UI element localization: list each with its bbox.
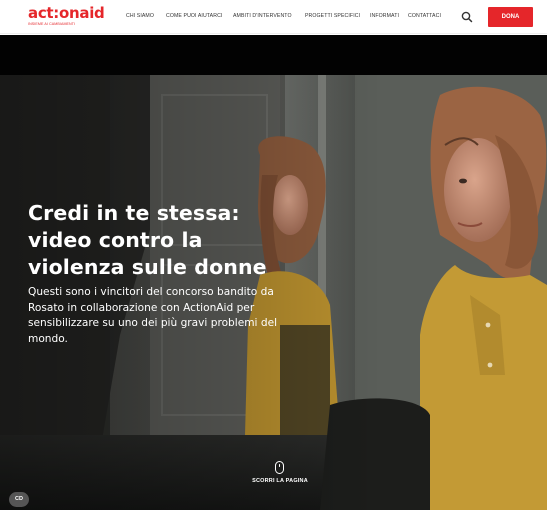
- hero-title: Credi in te stessa: video contro la viol…: [28, 200, 308, 281]
- search-icon[interactable]: [459, 9, 475, 25]
- hero-title-line: Credi in te stessa:: [28, 201, 240, 225]
- hero-description-line: Rosato in collaborazione con ActionAid p…: [28, 301, 255, 314]
- hero-description: Questi sono i vincitori del concorso ban…: [28, 285, 290, 347]
- nav-item-contattaci[interactable]: CONTATTACI: [408, 13, 441, 20]
- nav-item-come-puoi-aiutarci[interactable]: COME PUOI AIUTARCI: [166, 13, 222, 20]
- scroll-down-button[interactable]: SCORRI LA PAGINA: [230, 461, 330, 491]
- nav-item-informati[interactable]: INFORMATI: [370, 13, 399, 20]
- hero-title-line: video contro la: [28, 228, 203, 252]
- captions-button[interactable]: CD: [9, 492, 29, 507]
- hero-description-line: sensibilizzare su uno dei più gravi prob…: [28, 317, 278, 329]
- nav-item-ambiti-intervento[interactable]: AMBITI D'INTERVENTO: [233, 13, 292, 20]
- hero-title-line: violenza sulle donne: [28, 255, 267, 279]
- hero-description-line: Questi sono i vincitori del concorso ban…: [28, 286, 274, 298]
- nav-item-chi-siamo[interactable]: CHI SIAMO: [126, 13, 154, 20]
- nav-item-progetti-specifici[interactable]: PROGETTI SPECIFICI: [305, 13, 360, 20]
- hero-banner: Credi in te stessa: video contro la viol…: [0, 75, 547, 510]
- hero-description-line: mondo.: [28, 332, 68, 345]
- mouse-icon: [275, 461, 284, 474]
- site-header: act:onaid INSIEME AI CAMBIAMENTI CHI SIA…: [0, 0, 547, 34]
- donate-button[interactable]: DONA: [488, 7, 533, 27]
- scroll-label: SCORRI LA PAGINA: [252, 478, 308, 484]
- top-black-band: [0, 35, 547, 75]
